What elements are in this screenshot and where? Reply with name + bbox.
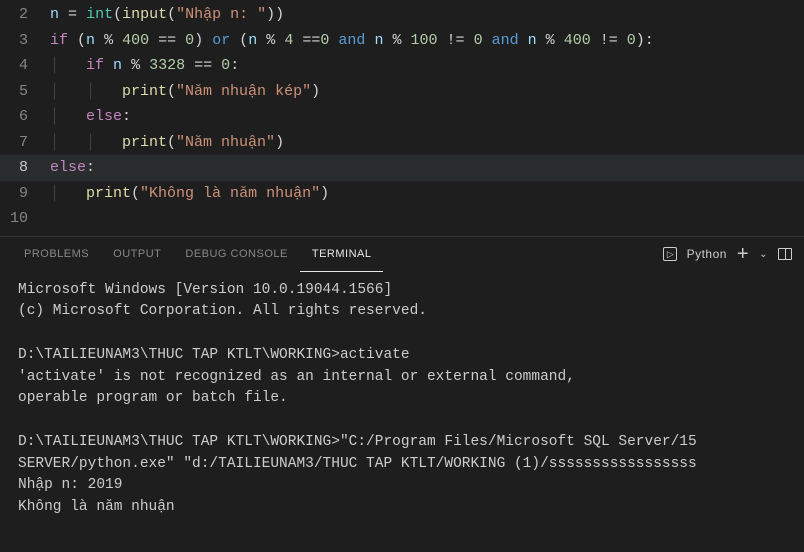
code-line[interactable]: 10: [0, 206, 804, 232]
terminal-line: Microsoft Windows [Version 10.0.19044.15…: [18, 280, 786, 302]
terminal-line: SERVER/python.exe" "d:/TAILIEUNAM3/THUC …: [18, 454, 786, 476]
terminal-line: operable program or batch file.: [18, 388, 786, 410]
terminal-line: D:\TAILIEUNAM3\THUC TAP KTLT\WORKING>"C:…: [18, 432, 786, 454]
tab-output[interactable]: OUTPUT: [101, 237, 173, 272]
terminal-line: Không là năm nhuận: [18, 497, 786, 519]
new-terminal-icon[interactable]: +: [737, 243, 749, 266]
split-terminal-icon[interactable]: [778, 248, 792, 260]
line-number: 3: [0, 32, 50, 49]
tab-debug-console[interactable]: DEBUG CONSOLE: [173, 237, 299, 272]
line-number: 8: [0, 159, 50, 176]
line-number: 6: [0, 108, 50, 125]
code-content[interactable]: if (n % 400 == 0) or (n % 4 ==0 and n % …: [50, 32, 654, 49]
line-number: 7: [0, 134, 50, 151]
shell-name[interactable]: Python: [687, 247, 727, 261]
code-content[interactable]: │ │ print("Năm nhuận kép"): [50, 83, 320, 100]
terminal-line: 'activate' is not recognized as an inter…: [18, 367, 786, 389]
code-content[interactable]: │ if n % 3328 == 0:: [50, 57, 239, 74]
line-number: 9: [0, 185, 50, 202]
line-number: 10: [0, 210, 50, 227]
code-editor[interactable]: 2n = int(input("Nhập n: "))3if (n % 400 …: [0, 0, 804, 232]
code-line[interactable]: 7│ │ print("Năm nhuận"): [0, 130, 804, 156]
terminal-output[interactable]: Microsoft Windows [Version 10.0.19044.15…: [0, 272, 804, 552]
terminal-line: [18, 323, 786, 345]
code-line[interactable]: 8else:: [0, 155, 804, 181]
code-content[interactable]: │ print("Không là năm nhuận"): [50, 185, 329, 202]
launch-profile-icon[interactable]: [663, 247, 677, 261]
terminal-line: Nhập n: 2019: [18, 475, 786, 497]
terminal-dropdown-icon[interactable]: ⌄: [759, 249, 768, 260]
terminal-controls: Python + ⌄: [663, 243, 792, 266]
line-number: 2: [0, 6, 50, 23]
code-content[interactable]: │ │ print("Năm nhuận"): [50, 134, 284, 151]
line-number: 4: [0, 57, 50, 74]
panel-tab-bar: PROBLEMS OUTPUT DEBUG CONSOLE TERMINAL P…: [0, 237, 804, 272]
code-line[interactable]: 5│ │ print("Năm nhuận kép"): [0, 79, 804, 105]
code-content[interactable]: else:: [50, 159, 95, 176]
tab-problems[interactable]: PROBLEMS: [12, 237, 101, 272]
code-line[interactable]: 4│ if n % 3328 == 0:: [0, 53, 804, 79]
terminal-line: [18, 410, 786, 432]
code-content[interactable]: │ else:: [50, 108, 131, 125]
code-line[interactable]: 2n = int(input("Nhập n: ")): [0, 2, 804, 28]
code-line[interactable]: 9│ print("Không là năm nhuận"): [0, 181, 804, 207]
terminal-line: (c) Microsoft Corporation. All rights re…: [18, 301, 786, 323]
tab-terminal[interactable]: TERMINAL: [300, 237, 384, 272]
line-number: 5: [0, 83, 50, 100]
code-content[interactable]: n = int(input("Nhập n: ")): [50, 6, 284, 23]
code-line[interactable]: 3if (n % 400 == 0) or (n % 4 ==0 and n %…: [0, 28, 804, 54]
code-line[interactable]: 6│ else:: [0, 104, 804, 130]
terminal-line: D:\TAILIEUNAM3\THUC TAP KTLT\WORKING>act…: [18, 345, 786, 367]
